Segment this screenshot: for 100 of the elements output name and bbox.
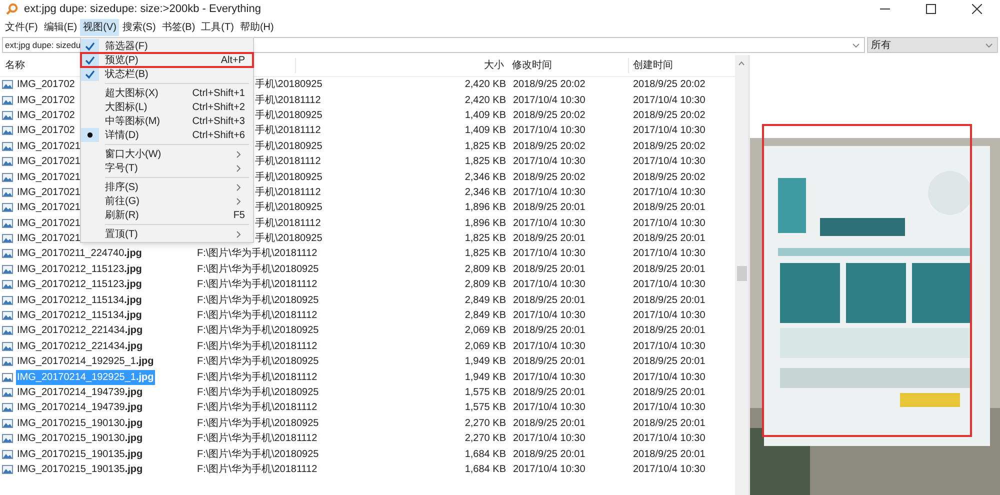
file-size: 2,420 KB [464,78,506,92]
file-name[interactable]: IMG_20170214_192925_1.jpg [16,354,155,370]
modified-time: 2017/10/4 10:30 [512,124,586,138]
created-time: 2017/10/4 10:30 [632,309,706,324]
file-path: 手机\20180925 [255,140,322,154]
menu-bar-item[interactable]: 书签(B) [158,18,198,36]
menu-item[interactable]: 超大图标(X) Ctrl+Shift+1 [81,86,253,100]
filter-dropdown[interactable]: 所有 [867,37,998,53]
file-name[interactable]: IMG_20170215_190130.jpg [16,431,144,446]
menu-item[interactable]: 刷新(R) F5 [81,208,253,222]
menu-item[interactable]: 排序(S) [81,180,253,194]
column-header[interactable]: 大小 [295,58,506,73]
menu-bar-item[interactable]: 搜索(S) [119,18,159,36]
maximize-icon [926,4,936,14]
file-path: F:\图片\华为手机\20181112 [197,462,318,477]
modified-time: 2017/10/4 10:30 [512,247,586,262]
created-time: 2018/9/25 20:02 [632,140,706,154]
menu-bar-item[interactable]: 帮助(H) [236,18,277,36]
image-file-icon [2,156,13,168]
modified-time: 2017/10/4 10:30 [512,309,586,324]
file-path: 手机\20181112 [255,94,321,108]
file-name[interactable]: IMG_201702 [16,123,76,138]
file-path: F:\图片\华为手机\20181112 [197,340,318,354]
file-name[interactable]: IMG_201702 [16,77,76,92]
file-name[interactable]: IMG_201702 [16,108,76,123]
menu-item[interactable]: 预览(P) Alt+P [81,53,253,67]
file-name[interactable]: IMG_2017021 [16,200,82,216]
file-size: 2,849 KB [464,294,506,308]
file-path: F:\图片\华为手机\20180925 [197,354,319,370]
file-path: 手机\20181112 [255,124,321,138]
image-file-icon [2,79,13,90]
image-file-icon [2,218,13,229]
file-size: 1,684 KB [464,448,506,462]
file-name[interactable]: IMG_20170212_115134.jpg [16,292,143,308]
file-name[interactable]: IMG_2017021 [16,170,82,185]
file-name[interactable]: IMG_20170215_190135.jpg [16,462,144,477]
file-name[interactable]: IMG_2017021 [16,154,82,170]
file-path: 手机\20181112 [255,186,321,200]
created-time: 2017/10/4 10:30 [632,155,706,170]
file-size: 1,409 KB [464,124,506,138]
scrollbar[interactable] [735,55,748,495]
file-name[interactable]: IMG_20170212_221434.jpg [16,323,144,338]
file-name[interactable]: IMG_201702 [16,92,76,108]
image-file-icon [2,448,13,460]
file-name[interactable]: IMG_20170212_115123.jpg [16,262,143,277]
file-size: 2,270 KB [464,416,506,431]
file-name[interactable]: IMG_20170215_190130.jpg [16,416,144,431]
file-size: 2,069 KB [464,324,506,338]
file-name[interactable]: IMG_2017021 [16,231,82,246]
modified-time: 2017/10/4 10:30 [512,216,586,231]
menu-bar-item[interactable]: 视图(V) [80,18,120,36]
file-name[interactable]: IMG_20170211_224740.jpg [16,246,143,262]
menu-item[interactable]: 字号(T) [81,161,253,175]
file-path: F:\图片\华为手机\20180925 [197,324,319,338]
file-name[interactable]: IMG_20170212_221434.jpg [16,338,144,354]
menu-item[interactable]: 中等图标(M) Ctrl+Shift+3 [81,114,253,128]
file-path: 手机\20180925 [255,170,322,185]
file-size: 1,896 KB [464,201,506,216]
column-header[interactable]: 修改时间 [506,58,628,73]
file-size: 2,069 KB [464,340,506,354]
file-name[interactable]: IMG_20170214_194739.jpg [16,400,144,416]
file-name[interactable]: IMG_2017021 [16,216,82,231]
file-name[interactable]: IMG_20170212_115123.jpg [16,277,143,292]
created-time: 2017/10/4 10:30 [632,216,706,231]
file-name[interactable]: IMG_20170212_115134.jpg [16,308,143,324]
image-file-icon [2,340,13,352]
modified-time: 2018/9/25 20:02 [512,170,586,185]
created-time: 2018/9/25 20:01 [632,448,706,462]
menu-item[interactable]: 前往(G) [81,194,253,208]
file-name[interactable]: IMG_20170214_194739.jpg [16,385,144,400]
menu-item[interactable]: 置顶(T) [81,227,253,241]
menu-item[interactable]: 状态栏(B) [81,67,253,81]
menu-item[interactable]: 大图标(L) Ctrl+Shift+2 [81,100,253,114]
file-size: 1,949 KB [464,355,506,370]
file-path: F:\图片\华为手机\20181112 [197,370,318,385]
menu-bar-item[interactable]: 文件(F) [2,18,41,36]
menu-bar-item[interactable]: 编辑(E) [40,18,80,36]
file-name[interactable]: IMG_2017021 [16,138,82,154]
image-file-icon [2,264,13,275]
scroll-thumb[interactable] [736,266,746,281]
menu-item[interactable]: 筛选器(F) [81,39,253,53]
created-time: 2018/9/25 20:01 [632,386,706,400]
menu-item[interactable]: 详情(D) Ctrl+Shift+6 [81,128,253,142]
menu-bar-item[interactable]: 工具(T) [198,18,237,36]
file-size: 1,825 KB [464,155,506,170]
file-size: 2,420 KB [464,94,506,108]
file-size: 1,575 KB [464,401,506,416]
modified-time: 2018/9/25 20:01 [512,355,586,370]
modified-time: 2017/10/4 10:30 [512,155,586,170]
scroll-up-icon [738,61,745,66]
created-time: 2017/10/4 10:30 [632,278,706,292]
file-path: 手机\20180925 [255,108,322,123]
created-time: 2018/9/25 20:02 [632,108,706,123]
file-path: F:\图片\华为手机\20181112 [197,400,318,416]
created-time: 2017/10/4 10:30 [632,124,706,138]
image-file-icon [2,233,13,244]
file-name[interactable]: IMG_2017021 [16,184,82,200]
file-size: 2,809 KB [464,278,506,292]
menu-item[interactable]: 窗口大小(W) [81,147,253,161]
file-name[interactable]: IMG_20170215_190135.jpg [16,446,144,462]
